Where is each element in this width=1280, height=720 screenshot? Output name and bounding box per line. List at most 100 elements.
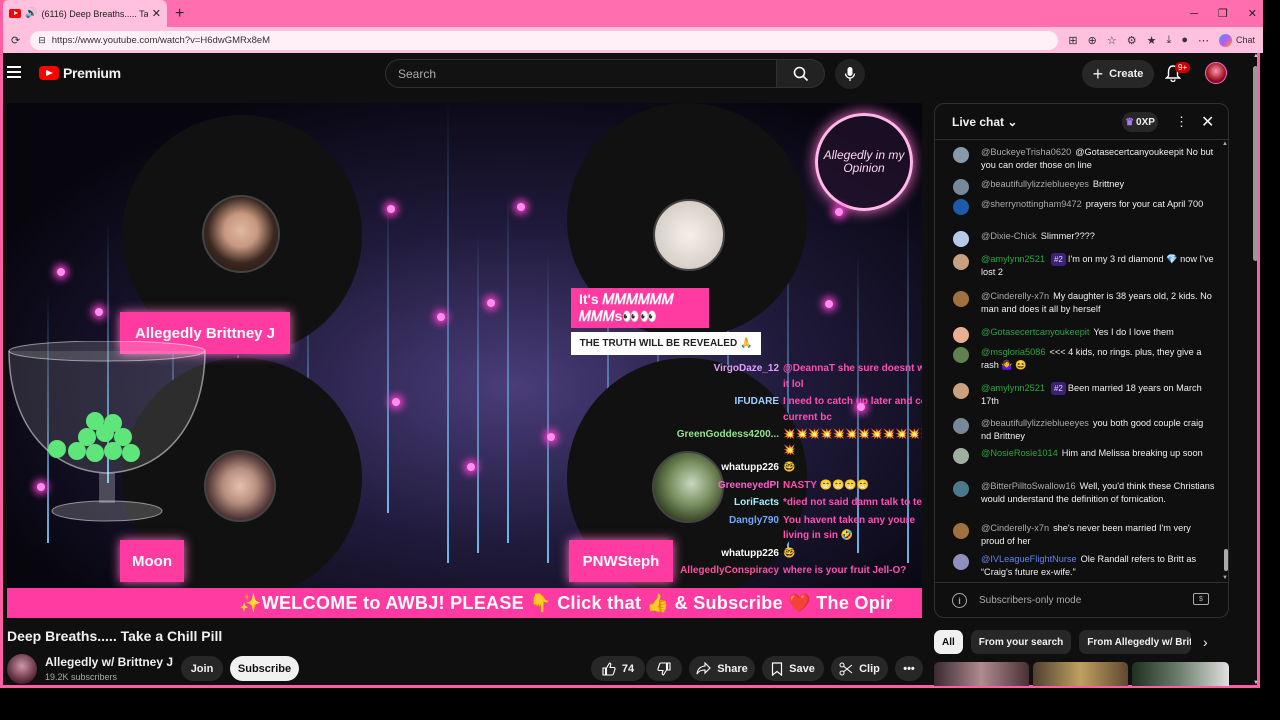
account-avatar[interactable]: [1205, 62, 1227, 84]
share-button[interactable]: Share: [689, 656, 755, 681]
chat-author-avatar[interactable]: [953, 199, 969, 215]
chip-from-channel[interactable]: From Allegedly w/ Britt: [1079, 630, 1192, 654]
chat-author-avatar[interactable]: [953, 554, 969, 570]
chat-more-icon[interactable]: ⋮: [1175, 114, 1188, 130]
more-menu-icon[interactable]: ⋯: [1198, 34, 1209, 47]
site-info-icon[interactable]: ⊟: [38, 35, 46, 46]
favorites-icon[interactable]: ★: [1147, 34, 1157, 47]
related-thumbnail[interactable]: [934, 662, 1029, 686]
chat-author-avatar[interactable]: [953, 179, 969, 195]
notification-badge: 9+: [1175, 62, 1191, 73]
chat-author-name[interactable]: @beautifullylizzieblueeyes: [981, 179, 1089, 189]
join-button[interactable]: Join: [181, 656, 223, 681]
related-thumbnail[interactable]: [1033, 662, 1128, 686]
menu-icon[interactable]: [7, 66, 21, 78]
search-input[interactable]: Search: [385, 59, 777, 88]
minimize-button[interactable]: ─: [1190, 8, 1198, 20]
chat-author-name[interactable]: @msgloria5086: [981, 347, 1045, 357]
youtube-logo-icon: [39, 66, 59, 80]
chip-from-search[interactable]: From your search: [970, 630, 1072, 654]
close-chat-icon[interactable]: ✕: [1201, 112, 1214, 132]
chat-author-avatar[interactable]: [953, 383, 969, 399]
voice-search-button[interactable]: [835, 59, 865, 89]
zoom-icon[interactable]: ⊕: [1088, 34, 1097, 47]
super-chat-icon[interactable]: $: [1193, 593, 1209, 605]
maximize-button[interactable]: ❐: [1218, 7, 1228, 20]
chat-author-avatar[interactable]: [953, 327, 969, 343]
video-player[interactable]: Allegedly Brittney J Moon PNWSteph Alleg…: [7, 103, 922, 618]
chat-author-name[interactable]: @Cinderelly-x7n: [981, 291, 1049, 301]
downloads-icon[interactable]: ⤓: [1166, 34, 1171, 47]
chat-author-avatar[interactable]: [953, 448, 969, 464]
chat-message: @beautifullylizzieblueeyes you both good …: [953, 417, 1215, 443]
favorite-star-icon[interactable]: ☆: [1107, 34, 1117, 47]
subscribers-only-label: Subscribers-only mode: [979, 595, 1082, 606]
tab-strip: 🔊 (6116) Deep Breaths..... Take a ✕ + ─ …: [3, 0, 1263, 27]
chat-scroll-thumb[interactable]: [1224, 549, 1228, 571]
chat-author-avatar[interactable]: [953, 418, 969, 434]
chat-author-avatar[interactable]: [953, 254, 969, 270]
new-tab-button[interactable]: +: [175, 5, 184, 23]
overlay-chat-author: whatupp226: [721, 547, 779, 559]
copilot-chat-button[interactable]: Chat: [1218, 33, 1255, 47]
url-field[interactable]: ⊟ https://www.youtube.com/watch?v=H6dwGM…: [30, 30, 1059, 50]
chip-all[interactable]: All: [934, 630, 963, 654]
reload-icon[interactable]: ⟳: [11, 34, 20, 47]
chat-author-name[interactable]: @BitterPilltoSwallow16: [981, 481, 1076, 491]
close-window-button[interactable]: ✕: [1248, 7, 1257, 20]
xp-button[interactable]: ♛ 0XP: [1122, 112, 1158, 132]
chat-author-avatar[interactable]: [953, 347, 969, 363]
chat-author-name[interactable]: @Cinderelly-x7n: [981, 523, 1049, 533]
chat-author-name[interactable]: @NosieRosie1014: [981, 448, 1058, 458]
subscribe-button[interactable]: Subscribe: [230, 656, 299, 681]
overlay-chat-row: GreenGoddess4200... 💥💥💥💥💥💥💥💥💥💥💥💥💥: [597, 427, 922, 458]
create-button[interactable]: + Create: [1082, 60, 1154, 88]
channel-avatar[interactable]: [7, 654, 37, 684]
chat-scrollbar[interactable]: ▲ ▼: [1222, 141, 1228, 581]
overlay-chat-message: 💥💥💥💥💥💥💥💥💥💥💥💥💥: [783, 429, 922, 456]
page-scroll-thumb[interactable]: [1253, 66, 1258, 261]
browser-tab[interactable]: 🔊 (6116) Deep Breaths..... Take a ✕: [3, 0, 167, 27]
clip-button[interactable]: Clip: [831, 656, 888, 681]
overlay-chat-message: @DeannaT she sure doesnt wear it lol: [783, 363, 922, 390]
chat-author-name[interactable]: @beautifullylizzieblueeyes: [981, 418, 1089, 428]
speaker-icon[interactable]: 🔊: [25, 8, 37, 19]
chat-author-name[interactable]: @sherrynottingham9472: [981, 199, 1082, 209]
tab-title: (6116) Deep Breaths..... Take a: [41, 8, 148, 19]
dislike-button[interactable]: [646, 656, 682, 681]
page-scrollbar[interactable]: ▲ ▼: [1252, 53, 1260, 686]
welcome-banner: ✨WELCOME to AWBJ! PLEASE 👇 Click that 👍 …: [7, 588, 922, 618]
chat-author-name[interactable]: @IVLeagueFlightNurse: [981, 554, 1077, 564]
chat-author-name[interactable]: @Gotasecertcanyoukeepit: [981, 327, 1089, 337]
overlay-chat-row: whatupp226 🤓: [597, 546, 922, 562]
chat-author-name[interactable]: @amylynn2521: [981, 254, 1045, 264]
like-button[interactable]: 74: [591, 656, 645, 681]
chat-author-avatar[interactable]: [953, 291, 969, 307]
channel-name[interactable]: Allegedly w/ Brittney J: [45, 655, 173, 669]
search-button[interactable]: [777, 59, 825, 88]
thumbs-up-icon: [602, 661, 616, 676]
share-icon: [696, 662, 711, 675]
chat-author-avatar[interactable]: [953, 231, 969, 247]
its-text-box: It's 𝑀𝑀𝑀𝑀𝑀𝑀 𝑀𝑀𝑀s👀👀: [571, 288, 709, 328]
profile-icon[interactable]: ●: [1181, 34, 1188, 46]
chat-author-name[interactable]: @Dixie-Chick: [981, 231, 1037, 241]
youtube-premium-logo[interactable]: Premium: [39, 65, 121, 81]
info-icon: i: [952, 593, 967, 608]
save-button[interactable]: Save: [762, 656, 824, 681]
chat-author-avatar[interactable]: [953, 147, 969, 163]
related-thumbnail[interactable]: [1132, 662, 1229, 686]
close-tab-icon[interactable]: ✕: [152, 7, 161, 20]
chat-message: @Cinderelly-x7n My daughter is 38 years o…: [953, 290, 1215, 316]
extension-icon[interactable]: ⚙: [1127, 34, 1137, 47]
chevron-right-icon[interactable]: ›: [1203, 634, 1208, 650]
apps-icon[interactable]: ⊞: [1068, 34, 1077, 47]
chat-author-avatar[interactable]: [953, 481, 969, 497]
live-chat-dropdown[interactable]: Live chat ⌄: [952, 115, 1017, 129]
overlay-chat-author: AllegedlyConspiracy: [680, 565, 779, 576]
chat-author-name[interactable]: @amylynn2521: [981, 383, 1045, 393]
more-actions-button[interactable]: •••: [895, 656, 923, 681]
chat-author-avatar[interactable]: [953, 523, 969, 539]
chat-author-name[interactable]: @BuckeyeTrisha0620: [981, 147, 1071, 157]
related-chips: All From your search From Allegedly w/ B…: [934, 630, 1224, 654]
